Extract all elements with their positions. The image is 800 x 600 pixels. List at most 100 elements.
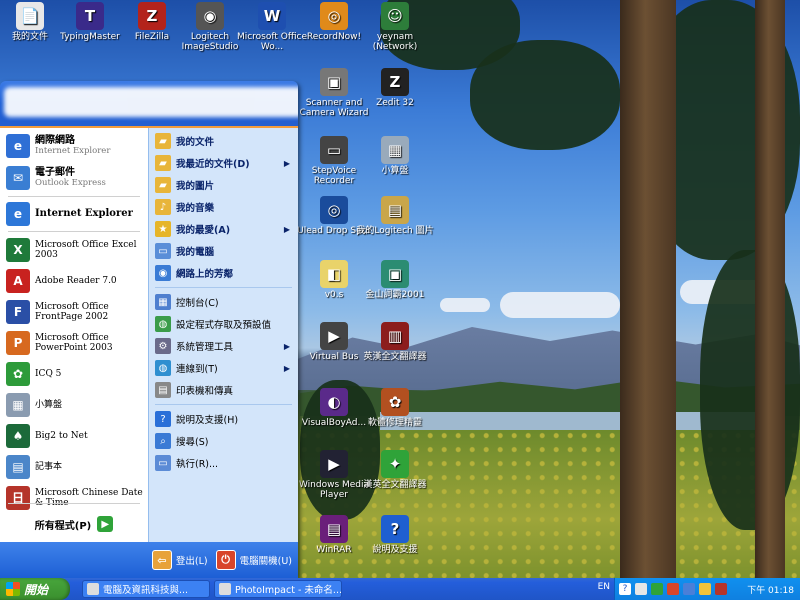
desktop-icon[interactable]: ✿ 軟體修理精靈 <box>355 388 435 428</box>
app-icon: ▶ <box>320 322 348 350</box>
pinned-item-subtitle: Outlook Express <box>35 178 106 188</box>
start-menu-place-item[interactable]: ♪ 我的音樂 <box>149 196 298 218</box>
divider <box>8 503 140 504</box>
app-icon: ◎ <box>320 2 348 30</box>
app-icon: ◧ <box>320 260 348 288</box>
start-menu-place-item[interactable]: ▭ 我的電腦 <box>149 240 298 262</box>
taskbar-window-button[interactable]: 電腦及資訊科技與... <box>82 580 210 598</box>
place-label: 我的文件 <box>176 137 215 148</box>
desktop-icon-label: Zedit 32 <box>376 98 414 108</box>
desktop-icon[interactable]: ▦ 小算盤 <box>355 136 435 176</box>
recent-program-item[interactable]: X Microsoft Office Excel 2003 <box>0 234 148 265</box>
place-label: 搜尋(S) <box>176 437 209 448</box>
desktop-icon-label: 漢英全文翻譯器 <box>363 480 427 490</box>
desktop-icon[interactable]: ▥ 英漢全文翻譯器 <box>355 322 435 362</box>
start-menu-place-item[interactable]: ★ 我的最愛(A) ▶ <box>149 218 298 240</box>
all-programs-button[interactable]: 所有程式(P) ▶ <box>0 506 148 542</box>
volume-tray-icon[interactable] <box>683 583 695 595</box>
start-menu-place-item[interactable]: ◉ 網路上的芳鄰 <box>149 262 298 284</box>
recent-program-item[interactable]: P Microsoft Office PowerPoint 2003 <box>0 327 148 358</box>
messenger-tray-icon[interactable] <box>699 583 711 595</box>
app-icon: ▤ <box>381 196 409 224</box>
app-icon: 📄 <box>16 2 44 30</box>
place-label: 設定程式存取及預設值 <box>176 320 272 331</box>
start-menu-place-item[interactable]: ▭ 執行(R)... <box>149 452 298 474</box>
desktop-icon[interactable]: ▣ 金山詞霸2001 <box>355 260 435 300</box>
desktop-icon[interactable]: ▤ 我的Logitech 圖片 <box>355 196 435 236</box>
desktop-icon-label: 英漢全文翻譯器 <box>363 352 427 362</box>
recent-program-item[interactable]: ▦ 小算盤 <box>0 389 148 420</box>
app-icon: ▥ <box>381 322 409 350</box>
start-menu-place-item[interactable]: ? 說明及支援(H) <box>149 408 298 430</box>
logoff-icon: ⇦ <box>151 550 172 570</box>
pinned-item[interactable]: e 網際網路 Internet Explorer <box>0 130 148 162</box>
place-icon: ⚙ <box>155 338 171 354</box>
place-icon: ▦ <box>155 294 171 310</box>
app-icon: ▤ <box>320 515 348 543</box>
security-tray-icon[interactable] <box>715 583 727 595</box>
pinned-item-title: 網際網路 <box>35 135 75 146</box>
pinned-item[interactable]: ✉ 電子郵件 Outlook Express <box>0 162 148 194</box>
recent-program-item[interactable]: ▤ 記事本 <box>0 451 148 482</box>
start-menu: e 網際網路 Internet Explorer ✉ 電子郵件 Outlook E… <box>0 81 298 578</box>
shutdown-button[interactable]: ⏻ 電腦關機(U) <box>215 550 292 570</box>
pinned-item-subtitle: Internet Explorer <box>35 146 111 156</box>
user-name-redacted <box>4 87 298 117</box>
recent-program-item[interactable]: A Adobe Reader 7.0 <box>0 265 148 296</box>
taskbar: 開始 電腦及資訊科技與... PhotoImpact - 未命名... EN ?… <box>0 578 800 600</box>
pinned-item-title: 電子郵件 <box>35 167 75 178</box>
app-icon: F <box>6 299 30 324</box>
recent-program-item[interactable]: ✿ ICQ 5 <box>0 358 148 389</box>
windows-logo-icon <box>6 582 20 596</box>
place-label: 控制台(C) <box>176 298 219 309</box>
recent-program-item[interactable]: e Internet Explorer <box>0 199 148 229</box>
start-button[interactable]: 開始 <box>0 578 70 600</box>
desktop-icon[interactable]: ☺ yeynam (Network) <box>355 2 435 52</box>
place-icon: ▰ <box>155 133 171 149</box>
recent-program-label: Big2 to Net <box>35 430 88 441</box>
start-menu-place-item[interactable]: ▰ 我最近的文件(D) ▶ <box>149 152 298 174</box>
start-menu-footer: ⇦ 登出(L) ⏻ 電腦關機(U) <box>0 542 298 578</box>
recent-program-item[interactable]: ♠ Big2 to Net <box>0 420 148 451</box>
start-menu-place-item[interactable]: ◍ 設定程式存取及預設值 <box>149 313 298 335</box>
recent-program-label: Microsoft Office FrontPage 2002 <box>35 301 109 322</box>
recent-program-label: Microsoft Office Excel 2003 <box>35 239 137 260</box>
app-icon: ▭ <box>320 136 348 164</box>
antivirus-tray-icon[interactable] <box>667 583 679 595</box>
network-tray-icon[interactable] <box>651 583 663 595</box>
recent-program-item[interactable]: F Microsoft Office FrontPage 2002 <box>0 296 148 327</box>
taskbar-window-button[interactable]: PhotoImpact - 未命名... <box>214 580 342 598</box>
language-indicator[interactable]: EN <box>598 582 610 592</box>
recent-program-label: Microsoft Office PowerPoint 2003 <box>35 332 113 353</box>
start-menu-place-item[interactable]: ◍ 連線到(T) ▶ <box>149 357 298 379</box>
recent-program-label: Adobe Reader 7.0 <box>35 275 117 286</box>
submenu-arrow-icon: ▶ <box>283 224 290 234</box>
power-icon: ⏻ <box>215 550 236 570</box>
start-menu-place-item[interactable]: ▦ 控制台(C) <box>149 291 298 313</box>
submenu-arrow-icon: ▶ <box>283 341 290 351</box>
start-menu-place-item[interactable]: ⌕ 搜尋(S) <box>149 430 298 452</box>
all-programs-label: 所有程式(P) <box>34 520 92 532</box>
app-icon: ✿ <box>6 361 30 386</box>
start-menu-place-item[interactable]: ▤ 印表機和傳真 <box>149 379 298 401</box>
start-menu-place-item[interactable]: ▰ 我的圖片 <box>149 174 298 196</box>
desktop-icon[interactable]: Z Zedit 32 <box>355 68 435 108</box>
keyboard-tray-icon[interactable] <box>635 583 647 595</box>
logoff-button[interactable]: ⇦ 登出(L) <box>151 550 208 570</box>
divider <box>8 196 140 197</box>
app-icon: ▦ <box>6 392 30 417</box>
start-menu-place-item[interactable]: ▰ 我的文件 <box>149 130 298 152</box>
place-label: 連線到(T) <box>176 364 218 375</box>
desktop-icon[interactable]: ? 說明及支援 <box>355 515 435 555</box>
start-menu-place-item[interactable]: ⚙ 系統管理工具 ▶ <box>149 335 298 357</box>
place-label: 我的電腦 <box>176 247 215 258</box>
clock[interactable]: 下午 01:18 <box>747 583 794 596</box>
desktop-icon[interactable]: ✦ 漢英全文翻譯器 <box>355 450 435 490</box>
place-icon: ▤ <box>155 382 171 398</box>
recent-program-label: Internet Explorer <box>35 208 133 219</box>
arrow-right-icon: ▶ <box>97 516 114 532</box>
app-icon: ☺ <box>381 2 409 30</box>
app-icon: ▦ <box>381 136 409 164</box>
help-tray-icon[interactable]: ? <box>619 583 631 595</box>
app-icon: A <box>6 268 30 293</box>
